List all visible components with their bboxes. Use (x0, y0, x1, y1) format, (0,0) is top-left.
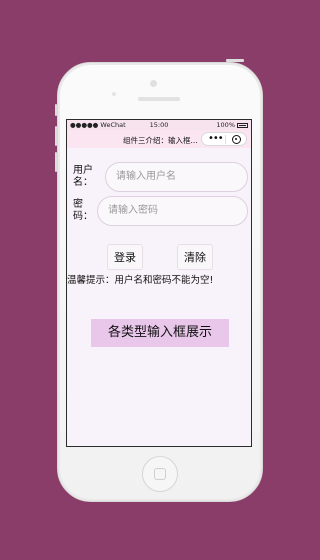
login-button[interactable]: 登录 (107, 244, 143, 270)
home-square-icon (154, 468, 166, 480)
capsule-divider (225, 135, 226, 144)
hint-text: 温馨提示：用户名和密码不能为空! (67, 275, 214, 286)
earpiece (138, 97, 180, 101)
username-input[interactable]: 请输入用户名 (105, 162, 248, 192)
clear-button[interactable]: 清除 (177, 244, 213, 270)
nav-bar: 组件三介绍：输入框... ••• (67, 130, 251, 148)
username-label: 用户名： (73, 165, 93, 188)
form-area: 用户名： 请输入用户名 密码： 请输入密码 登录 清除 温馨提示：用户名和密码不… (67, 148, 251, 446)
battery-icon (237, 122, 248, 128)
mini-program-capsule: ••• (201, 132, 247, 146)
battery-indicator: 100% (216, 121, 248, 129)
camera-icon (150, 80, 157, 87)
phone-side-button (55, 152, 57, 172)
showcase-button[interactable]: 各类型输入框展示 (91, 319, 229, 347)
phone-screen: ●●●●● WeChat 15:00 100% 组件三介绍：输入框... •••… (66, 119, 252, 447)
phone-top-button (226, 59, 244, 62)
sensor-icon (112, 92, 116, 96)
status-bar: ●●●●● WeChat 15:00 100% (67, 120, 251, 130)
home-button[interactable] (142, 456, 178, 492)
battery-percent: 100% (216, 121, 235, 129)
password-input[interactable]: 请输入密码 (97, 196, 248, 226)
more-icon[interactable]: ••• (208, 134, 224, 144)
page-title: 组件三介绍：输入框... (123, 136, 198, 145)
close-target-icon[interactable] (232, 135, 241, 144)
phone-side-button (55, 126, 57, 146)
password-label: 密码： (73, 199, 93, 222)
phone-side-button (55, 104, 57, 116)
